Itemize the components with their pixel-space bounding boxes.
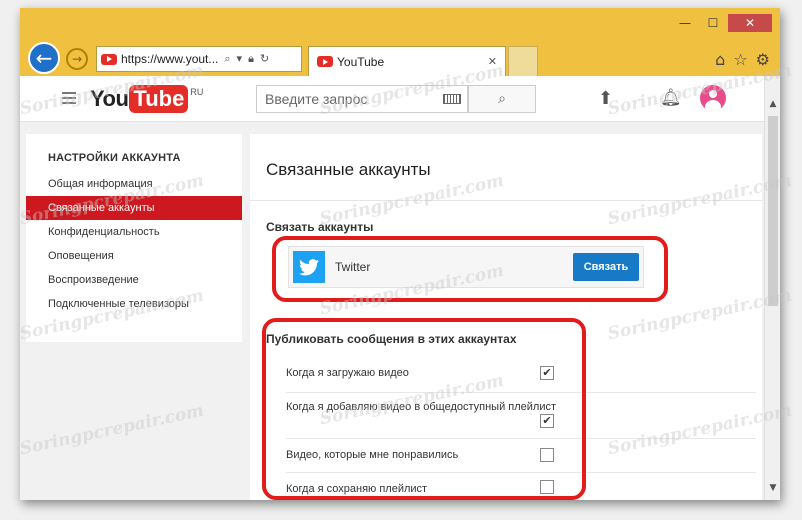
- tab-youtube[interactable]: YouTube ✕: [308, 46, 506, 76]
- sidebar-item-notifications[interactable]: Оповещения: [26, 244, 242, 268]
- main-panel: Связанные аккаунты Связать аккаунты Twit…: [250, 134, 762, 500]
- tab-title: YouTube: [337, 54, 385, 69]
- page-content: You Tube RU Введите запрос ⌕ ⬆ 🔔︎ ▲ ▼ НА…: [20, 76, 780, 500]
- settings-sidebar: НАСТРОЙКИ АККАУНТА Общая информация Связ…: [26, 134, 242, 342]
- new-tab-button[interactable]: [508, 46, 538, 76]
- forward-button[interactable]: →: [66, 48, 88, 70]
- upload-icon[interactable]: ⬆: [598, 88, 613, 109]
- youtube-logo[interactable]: You Tube RU: [90, 85, 203, 113]
- twitter-account-row: Twitter Связать: [288, 246, 644, 288]
- close-icon[interactable]: ✕: [728, 14, 772, 32]
- window-controls: — ☐ ✕: [672, 14, 772, 32]
- tab-close-icon[interactable]: ✕: [488, 55, 497, 68]
- screenshot-frame: — ☐ ✕ ← → https://www.yout... ⌕ ▾ 🔒︎ ↻ Y…: [0, 0, 802, 520]
- connect-button[interactable]: Связать: [573, 253, 639, 281]
- settings-gear-icon[interactable]: ⚙: [756, 50, 770, 69]
- navigation-bar: ← → https://www.yout... ⌕ ▾ 🔒︎ ↻ YouTube…: [20, 42, 780, 76]
- checkbox-upload[interactable]: ✔: [540, 366, 554, 380]
- sidebar-item-privacy[interactable]: Конфиденциальность: [26, 220, 242, 244]
- sidebar-item-connected-tvs[interactable]: Подключенные телевизоры: [26, 292, 242, 316]
- divider: [286, 392, 756, 393]
- checkbox-liked-videos[interactable]: [540, 448, 554, 462]
- refresh-icon[interactable]: ↻: [260, 52, 269, 66]
- option-label-public-playlist: Когда я добавляю видео в общедоступный п…: [286, 401, 557, 413]
- youtube-favicon-icon: [101, 53, 117, 65]
- home-icon[interactable]: ⌂: [715, 50, 725, 69]
- scroll-down-icon[interactable]: ▼: [765, 480, 780, 496]
- scroll-up-icon[interactable]: ▲: [765, 96, 780, 112]
- checkbox-public-playlist[interactable]: ✔: [540, 414, 554, 428]
- twitter-name: Twitter: [335, 260, 371, 274]
- search-icon[interactable]: ⌕: [224, 52, 230, 66]
- twitter-bird-icon: [293, 251, 325, 283]
- scrollbar[interactable]: ▲ ▼: [764, 76, 780, 500]
- search-icon: ⌕: [498, 91, 506, 107]
- sidebar-item-linked-accounts[interactable]: Связанные аккаунты: [26, 196, 242, 220]
- divider: [250, 200, 762, 201]
- address-bar[interactable]: https://www.yout... ⌕ ▾ 🔒︎ ↻: [96, 46, 302, 72]
- favorites-star-icon[interactable]: ☆: [733, 50, 747, 69]
- page-title: Связанные аккаунты: [266, 160, 431, 179]
- divider: [286, 438, 756, 439]
- dropdown-icon[interactable]: ▾: [237, 52, 243, 66]
- menu-icon[interactable]: [62, 92, 76, 107]
- divider: [286, 472, 756, 473]
- keyboard-icon[interactable]: [443, 94, 461, 104]
- publish-section-title: Публиковать сообщения в этих аккаунтах: [266, 332, 517, 346]
- search-input[interactable]: Введите запрос: [256, 85, 468, 113]
- sidebar-item-playback[interactable]: Воспроизведение: [26, 268, 242, 292]
- address-text: https://www.yout...: [121, 52, 219, 66]
- sidebar-title: НАСТРОЙКИ АККАУНТА: [48, 152, 181, 164]
- notifications-bell-icon[interactable]: 🔔︎: [660, 88, 682, 108]
- maximize-icon[interactable]: ☐: [700, 14, 726, 32]
- back-button[interactable]: ←: [28, 42, 60, 74]
- browser-window: — ☐ ✕ ← → https://www.yout... ⌕ ▾ 🔒︎ ↻ Y…: [20, 8, 780, 500]
- sidebar-item-general[interactable]: Общая информация: [26, 172, 242, 196]
- lock-icon[interactable]: 🔒︎: [248, 52, 254, 66]
- minimize-icon[interactable]: —: [672, 14, 698, 32]
- connect-section-title: Связать аккаунты: [266, 220, 374, 234]
- youtube-header: You Tube RU Введите запрос ⌕ ⬆ 🔔︎: [20, 76, 764, 122]
- scrollbar-thumb[interactable]: [768, 116, 778, 306]
- checkbox-save-playlist[interactable]: [540, 480, 554, 494]
- avatar[interactable]: [700, 85, 726, 111]
- youtube-favicon-icon: [317, 56, 333, 67]
- search-button[interactable]: ⌕: [468, 85, 536, 113]
